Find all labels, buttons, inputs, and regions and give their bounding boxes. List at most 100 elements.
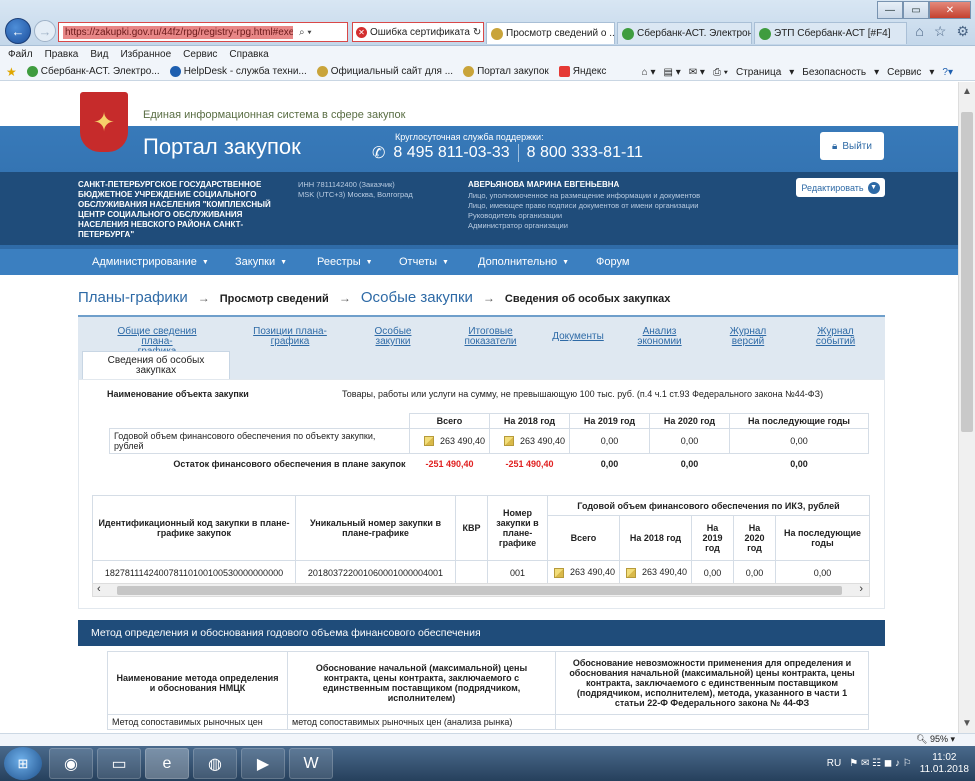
word-icon[interactable]: W (289, 748, 333, 779)
breadcrumb-special[interactable]: Особые закупки (361, 289, 473, 306)
tab-savings-analysis[interactable]: Анализ экономии (632, 327, 687, 347)
zoom-level[interactable]: 🔍︎ 95% ▾ (916, 734, 955, 745)
safety-menu[interactable]: Безопасность (802, 67, 866, 78)
favorites-star-icon[interactable]: ★ (6, 65, 17, 79)
edit-profile-button[interactable]: Редактировать ▼ (796, 178, 885, 197)
column-header: КВР (455, 495, 488, 561)
mail-icon[interactable]: ✉ ▾ (689, 67, 705, 78)
tab-label: Просмотр сведений о ... (506, 28, 615, 39)
clock[interactable]: 11:02 11.01.2018 (920, 752, 969, 776)
tab-documents[interactable]: Документы (548, 332, 608, 342)
horizontal-scrollbar[interactable]: ‹ › (92, 583, 870, 597)
nav-registries[interactable]: Реестры ▼ (317, 256, 399, 268)
chevron-right-icon[interactable]: › (859, 583, 863, 595)
browser-tab-3[interactable]: ЭТП Сбербанк-АСТ [#F4] (754, 22, 907, 44)
address-bar[interactable]: https://zakupki.gov.ru/44fz/rpg/registry… (58, 22, 348, 42)
tab-event-log[interactable]: Журнал событий (808, 327, 863, 347)
certificate-error[interactable]: ✕ Ошибка сертификата ↻ (352, 22, 484, 42)
media-player-icon[interactable]: ▶ (241, 748, 285, 779)
caret-down-icon: ▼ (201, 258, 209, 266)
edit-icon[interactable] (503, 436, 514, 447)
edit-icon[interactable] (553, 567, 564, 578)
finance-table: Всего На 2018 год На 2019 год На 2020 го… (109, 413, 869, 474)
browser-tab-1[interactable]: Просмотр сведений о ... ✕ (486, 22, 615, 44)
clock-date: 11.01.2018 (919, 763, 969, 775)
chevron-down-icon[interactable]: ▼ (962, 718, 972, 729)
back-button[interactable]: ← (5, 18, 31, 44)
tab-plan-positions[interactable]: Позиции плана-графика (250, 327, 330, 347)
arrow-right-icon: → (482, 291, 495, 305)
portal-title[interactable]: Портал закупок (143, 134, 301, 160)
chrome-icon[interactable]: ◉ (49, 748, 93, 779)
edit-icon[interactable] (625, 567, 636, 578)
edit-icon[interactable] (423, 436, 434, 447)
menu-tools[interactable]: Сервис (183, 49, 217, 60)
settings-gear-icon[interactable]: ⚙ (956, 23, 969, 40)
menu-edit[interactable]: Правка (45, 49, 79, 60)
coat-of-arms-icon[interactable]: ✦ (80, 92, 128, 152)
feeds-icon[interactable]: ▤ ▾ (664, 67, 681, 78)
system-tray: RU ⚑ ✉ ☷ ◼ ♪ ⚐ 11:02 11.01.2018 (827, 746, 969, 781)
start-button[interactable]: ⊞ (4, 747, 42, 780)
chevron-down-icon: ▼ (867, 181, 880, 194)
chevron-up-icon[interactable]: ▲ (962, 86, 972, 97)
firefox-icon[interactable]: ◍ (193, 748, 237, 779)
vertical-scrollbar[interactable]: ▲ ▼ (958, 82, 975, 733)
forward-button[interactable]: → (34, 20, 56, 42)
home-icon[interactable]: ⌂ (915, 23, 923, 40)
caret-down-icon: ▼ (562, 258, 570, 266)
menu-favorites[interactable]: Избранное (120, 49, 171, 60)
url-text[interactable]: https://zakupki.gov.ru/44fz/rpg/registry… (63, 25, 293, 39)
divider (517, 144, 519, 162)
page-menu[interactable]: Страница (736, 67, 781, 78)
nav-administration[interactable]: Администрирование ▼ (92, 256, 235, 268)
chevron-left-icon[interactable]: ‹ (97, 583, 101, 595)
nav-forum[interactable]: Форум (596, 256, 629, 268)
tray-icons[interactable]: ⚑ ✉ ☷ ◼ ♪ ⚐ (849, 758, 911, 769)
tab-special-purchases[interactable]: Особые закупки (368, 327, 418, 347)
close-icon[interactable]: ✕ (929, 1, 971, 19)
emblem-icon (463, 66, 475, 77)
logout-button[interactable]: 🔒︎ Выйти (820, 132, 884, 160)
print-icon[interactable]: ⎙ ▾ (713, 67, 728, 78)
organization-name: САНКТ-ПЕТЕРБУРГСКОЕ ГОСУДАРСТВЕННОЕ БЮДЖ… (78, 180, 271, 239)
menu-help[interactable]: Справка (229, 49, 268, 60)
nav-reports[interactable]: Отчеты ▼ (399, 256, 478, 268)
menu-file[interactable]: Файл (8, 49, 33, 60)
phone-1: 8 495 811-03-33 (393, 144, 510, 161)
explorer-folder-icon[interactable]: ▭ (97, 748, 141, 779)
scrollbar-thumb[interactable] (961, 112, 973, 432)
scrollbar-thumb[interactable] (117, 586, 842, 595)
page-viewport: ✦ Единая информационная система в сфере … (0, 82, 958, 733)
language-indicator[interactable]: RU (827, 758, 841, 769)
favorites-star-icon[interactable]: ☆ (934, 23, 947, 40)
browser-tab-2[interactable]: Сбербанк-АСТ. Электрон... (617, 22, 752, 44)
favorite-item[interactable]: Портал закупок (463, 66, 549, 77)
nav-purchases[interactable]: Закупки ▼ (235, 256, 317, 268)
minimize-icon[interactable]: — (877, 1, 903, 19)
maximize-icon[interactable]: ▭ (903, 1, 929, 19)
favorite-item[interactable]: HelpDesk - служба техни... (169, 66, 307, 77)
menu-view[interactable]: Вид (90, 49, 108, 60)
tab-special-purchase-details[interactable]: Сведения об особых закупках (82, 351, 230, 382)
sberbank-icon (622, 27, 634, 40)
sberbank-icon (759, 27, 771, 40)
tools-menu[interactable]: Сервис (887, 67, 921, 78)
breadcrumb-view[interactable]: Просмотр сведений (220, 293, 329, 305)
help-icon[interactable]: ?▾ (942, 67, 953, 78)
tab-summary[interactable]: Итоговые показатели (458, 327, 523, 347)
row-label: Годовой объем финансового обеспечения по… (109, 428, 410, 454)
tab-version-log[interactable]: Журнал версий (723, 327, 773, 347)
nav-additional[interactable]: Дополнительно ▼ (478, 256, 596, 268)
home-icon[interactable]: ⌂ ▾ (642, 67, 656, 78)
column-header: Уникальный номер закупки в плане-графике (295, 495, 456, 561)
favorite-item[interactable]: Сбербанк-АСТ. Электро... (26, 66, 160, 77)
refresh-icon[interactable]: ↻ (473, 27, 481, 38)
window-controls: — ▭ ✕ (877, 1, 971, 19)
breadcrumb-plans[interactable]: Планы-графики (78, 289, 188, 306)
internet-explorer-icon[interactable]: e (145, 748, 189, 779)
favorite-item[interactable]: Яндекс (558, 66, 606, 77)
address-icons[interactable]: ⌕ ▾ (299, 27, 312, 38)
favorite-item[interactable]: Официальный сайт для ... (316, 66, 453, 77)
browser-icons: ⌂ ☆ ⚙ (915, 23, 969, 40)
